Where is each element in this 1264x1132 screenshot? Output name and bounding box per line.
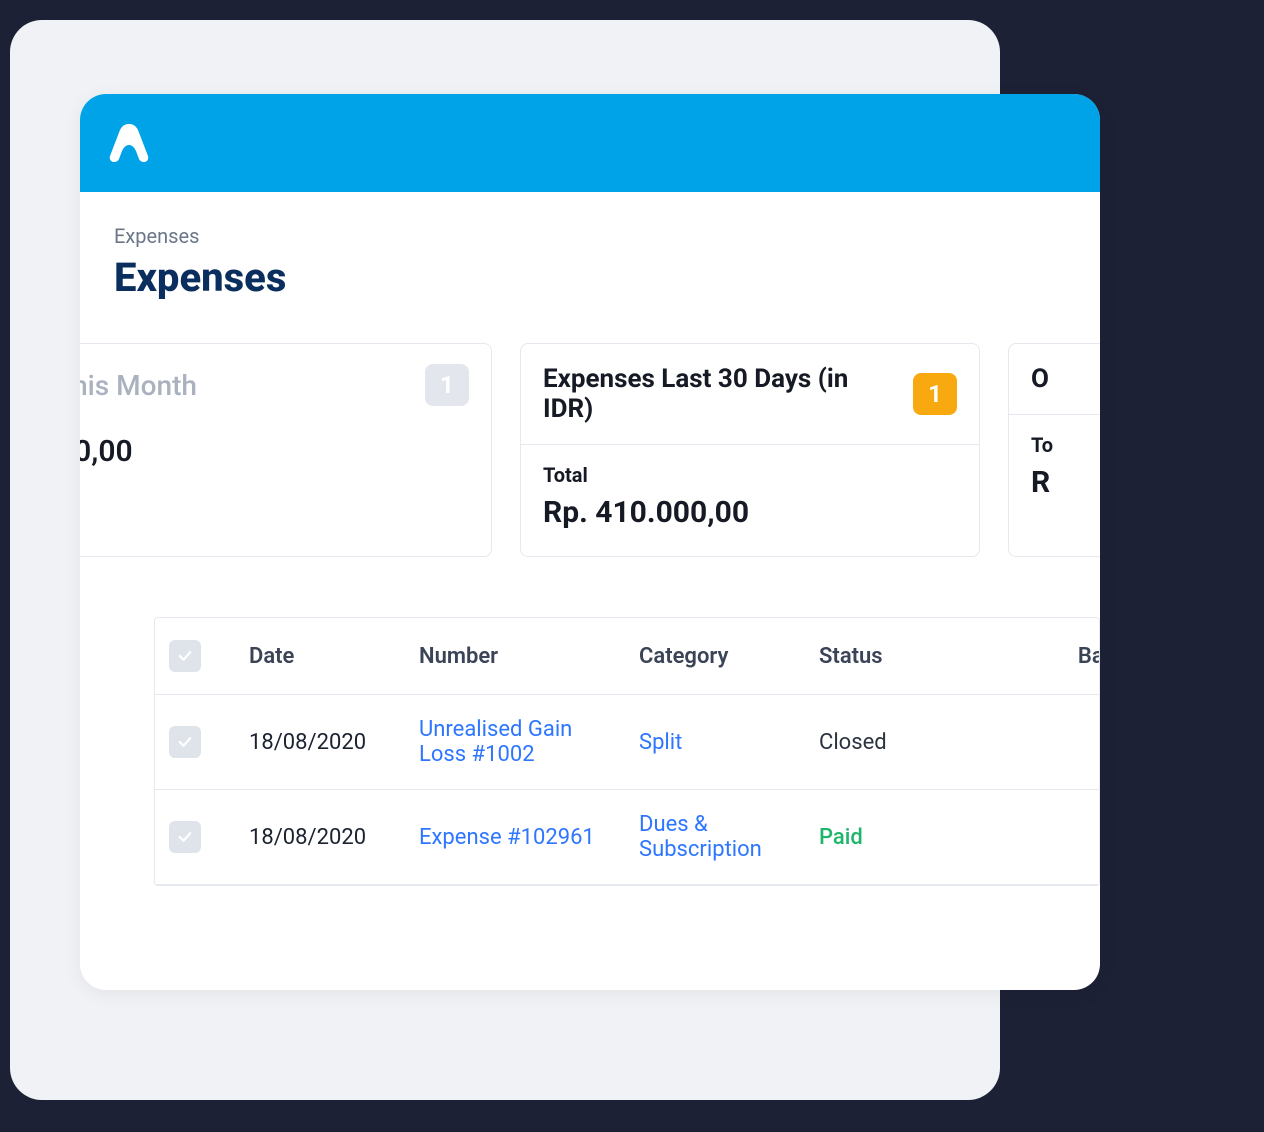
table-row[interactable]: 18/08/2020 Unrealised Gain Loss #1002 Spli…: [155, 695, 1100, 790]
row-checkbox[interactable]: [169, 821, 201, 853]
cell-date: 18/08/2020: [235, 695, 405, 790]
status-badge: Paid: [819, 825, 863, 850]
page-title: Expenses: [114, 254, 1100, 301]
expense-number-link[interactable]: Unrealised Gain Loss #1002: [419, 717, 572, 767]
expenses-table: Date Number Category Status Balanc 18/08…: [155, 618, 1100, 885]
summary-card-right-peek[interactable]: O To R: [1008, 343, 1100, 557]
expense-number-link[interactable]: Expense #102961: [419, 825, 595, 850]
card-amount-fragment: 00,00: [80, 434, 469, 469]
cell-balance: Rp.: [965, 790, 1100, 885]
card-title: This Month: [80, 369, 197, 402]
summary-card-last-30-days[interactable]: Expenses Last 30 Days (in IDR) 1 Total R…: [520, 343, 980, 557]
card-badge: 1: [425, 364, 469, 406]
card-badge: 1: [913, 373, 957, 415]
breadcrumb[interactable]: Expenses: [114, 224, 1100, 248]
category-link[interactable]: Dues & Subscription: [639, 812, 762, 862]
col-header-balance[interactable]: Balanc: [965, 618, 1100, 695]
card-title-fragment: O: [1031, 364, 1049, 394]
card-sublabel-fragment: To: [1031, 433, 1100, 457]
cell-balance: Rp.: [965, 695, 1100, 790]
check-icon: [176, 828, 194, 846]
card-sublabel: Total: [543, 463, 957, 487]
table-row[interactable]: 18/08/2020 Expense #102961 Dues & Subscrip…: [155, 790, 1100, 885]
check-icon: [176, 733, 194, 751]
titlebar: [80, 94, 1100, 192]
select-all-checkbox[interactable]: [169, 640, 201, 672]
status-badge: Closed: [819, 730, 887, 755]
card-amount-fragment: R: [1031, 465, 1100, 500]
card-title: Expenses Last 30 Days (in IDR): [543, 364, 897, 424]
col-header-date[interactable]: Date: [235, 618, 405, 695]
logo-icon: [104, 118, 154, 168]
col-header-number[interactable]: Number: [405, 618, 625, 695]
table-header-row: Date Number Category Status Balanc: [155, 618, 1100, 695]
col-header-category[interactable]: Category: [625, 618, 805, 695]
check-icon: [176, 647, 194, 665]
summary-cards-row: This Month 1 00,00 Expenses Last 30 Days…: [80, 343, 1100, 557]
app-window: Expenses Expenses This Month 1 00,00 Exp…: [80, 94, 1100, 990]
row-checkbox[interactable]: [169, 726, 201, 758]
cell-date: 18/08/2020: [235, 790, 405, 885]
expenses-table-wrap: Date Number Category Status Balanc 18/08…: [154, 617, 1100, 886]
col-header-status[interactable]: Status: [805, 618, 965, 695]
content-area: Expenses Expenses This Month 1 00,00 Exp…: [80, 192, 1100, 886]
card-amount: Rp. 410.000,00: [543, 495, 957, 530]
summary-card-this-month[interactable]: This Month 1 00,00: [80, 343, 492, 557]
category-link[interactable]: Split: [639, 730, 682, 755]
